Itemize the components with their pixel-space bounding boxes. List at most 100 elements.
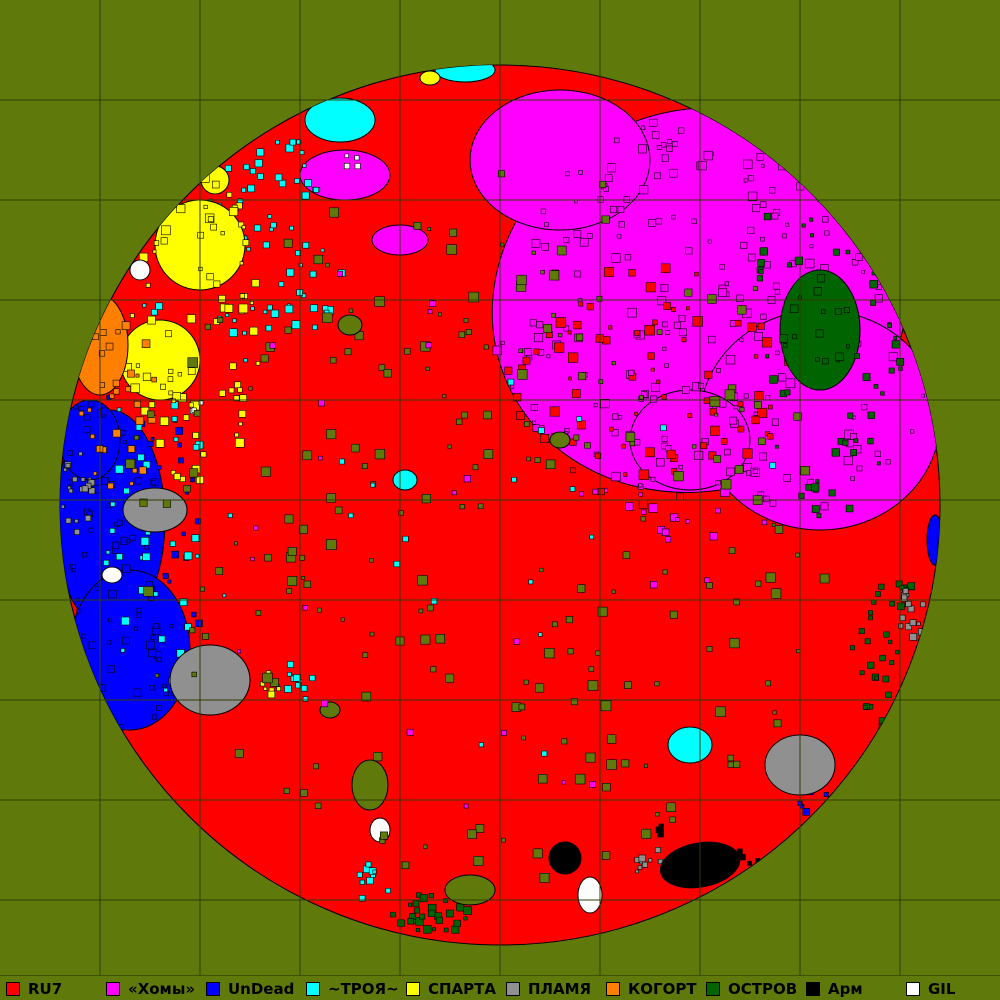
territory-homy-cell [820, 502, 829, 511]
territory-ru7-cell [647, 352, 655, 360]
territory-homy-cell [865, 173, 870, 178]
territory-homy-cell [874, 294, 883, 303]
territory-undead-cell [52, 573, 58, 579]
neutral-cell [706, 645, 713, 652]
territory-arm-cell [734, 863, 739, 868]
territory-ostrov-cell [854, 210, 863, 219]
legend-swatch [6, 982, 20, 996]
legend-label: Арм [828, 980, 863, 998]
territory-homy-cell [747, 175, 755, 182]
territory-homy-cell [678, 127, 685, 134]
neutral-cell [629, 440, 635, 447]
neutral-cell [483, 410, 492, 420]
territory-undead-cell [47, 582, 51, 586]
territory-homy-cell [747, 253, 756, 262]
territory-homy-cell [641, 509, 647, 515]
legend-item: ОСТРОВ [706, 979, 797, 999]
neutral-cell [770, 588, 782, 599]
territory-ostrov-cell [869, 279, 878, 289]
territory-homy-cell [780, 108, 788, 115]
territory-homy-cell [829, 168, 834, 173]
territory-ostrov-cell [921, 659, 929, 667]
territory-ostrov-cell [883, 631, 890, 638]
territory-ostrov-cell [864, 638, 871, 645]
territory-homy-cell [624, 254, 632, 261]
neutral-cell [597, 606, 608, 617]
territory-ostrov-cell [446, 909, 454, 918]
territory-homy-cell [675, 517, 680, 522]
territory-homy-cell [671, 214, 676, 220]
territory-ru7-cell [652, 319, 658, 326]
territory-homy-cell [253, 525, 259, 531]
territory-undead-cell [87, 400, 95, 408]
neutral-patch [351, 759, 389, 811]
neutral-cell [606, 759, 617, 770]
territory-homy-cell [573, 230, 582, 238]
territory-ru7-cell [516, 411, 525, 420]
neutral-cell [215, 567, 224, 575]
territory-homy-cell [697, 382, 704, 389]
territory-ostrov-cell [873, 384, 879, 389]
neutral-cell [417, 575, 428, 586]
legend-label: КОГОРТ [628, 980, 697, 998]
territory-homy-cell [660, 142, 667, 148]
neutral-cell [774, 525, 784, 534]
territory-ru7-cell [603, 266, 614, 277]
territory-plamya-cell [80, 477, 86, 482]
territory-kogort-cell [141, 339, 151, 348]
territory-homy-cell [672, 141, 678, 147]
territory-ru7-cell [597, 488, 605, 496]
territory-plamya-cell [905, 600, 912, 608]
neutral-cell [373, 751, 383, 762]
territory-homy-cell [809, 244, 814, 249]
neutral-cell [300, 789, 308, 797]
neutral-cell [303, 580, 311, 588]
territory-homy-cell [565, 171, 570, 177]
territory-sparta-cell [239, 261, 244, 266]
neutral-cell [234, 541, 238, 546]
territory-ostrov-cell [856, 146, 864, 153]
territory-homy-cell [892, 213, 898, 219]
territory-sparta-cell [213, 280, 221, 288]
territory-homy-cell [533, 332, 544, 343]
territory-ostrov-cell [874, 675, 879, 681]
territory-ru7-cell [578, 301, 584, 307]
territory-ru7-cell [703, 397, 710, 404]
territory-troya-cell [370, 482, 376, 488]
neutral-cell [543, 323, 553, 333]
territory-ru7-cell [576, 420, 586, 430]
territory-sparta-cell [187, 367, 196, 376]
territory-ostrov-cell [415, 927, 421, 933]
territory-kogort-cell [109, 393, 115, 399]
territory-map[interactable] [0, 0, 1000, 975]
territory-ostrov-cell [888, 639, 893, 644]
neutral-cell [369, 631, 375, 637]
neutral-cell [624, 681, 632, 689]
neutral-cell [313, 763, 319, 770]
territory-arm [548, 841, 582, 875]
territory-ru7-cell [573, 320, 582, 330]
neutral-cell [444, 673, 455, 683]
neutral-cell [463, 317, 469, 323]
territory-undead-cell [162, 683, 167, 689]
territory-troya-cell [313, 187, 320, 193]
neutral-cell [737, 305, 747, 315]
territory-homy-cell [661, 528, 670, 537]
territory-homy-cell [760, 313, 767, 320]
territory-troya-cell [359, 879, 365, 885]
neutral-cell [739, 406, 745, 412]
territory-homy-cell [746, 470, 752, 476]
territory-undead-cell [66, 666, 75, 675]
neutral-cell [669, 610, 678, 619]
territory-plamya-cell [78, 451, 83, 456]
territory-troya-cell [287, 661, 294, 668]
neutral-cell [728, 547, 736, 554]
territory-troya-cell [250, 306, 255, 311]
neutral-cell [567, 648, 574, 655]
neutral-cell [516, 274, 527, 286]
territory-ostrov-cell [435, 916, 443, 924]
territory-ostrov-cell [820, 309, 826, 314]
territory-homy-cell [703, 150, 713, 161]
territory-ostrov-cell [882, 675, 890, 683]
neutral-cell [446, 244, 457, 255]
